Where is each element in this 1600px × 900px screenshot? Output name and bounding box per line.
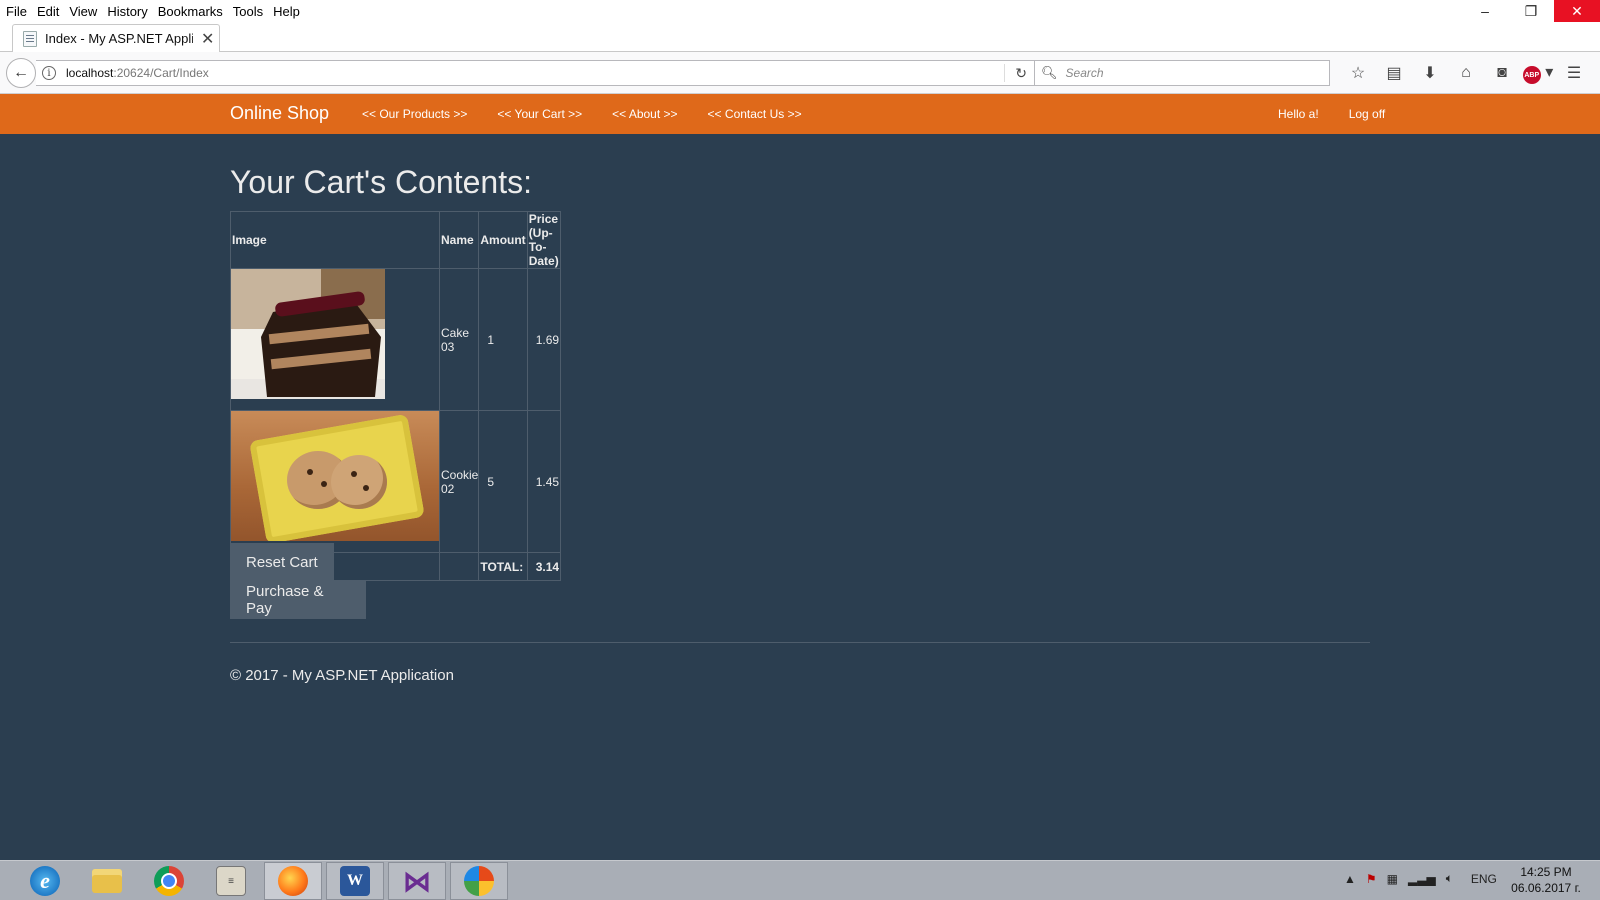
- footer-copyright: © 2017 - My ASP.NET Application: [230, 667, 454, 684]
- tab-index[interactable]: Index - My ASP.NET Applica ✕: [12, 24, 220, 52]
- page-favicon-icon: [23, 30, 37, 47]
- product-amount: 1: [478, 268, 528, 411]
- folder-icon: [92, 869, 122, 893]
- language-indicator[interactable]: ENG: [1471, 872, 1497, 886]
- menu-bookmarks[interactable]: Bookmarks: [158, 4, 223, 19]
- paint-icon: [464, 866, 494, 896]
- menu-view[interactable]: View: [69, 4, 97, 19]
- taskbar: e ≡ W ⋈ ▲ ⚑ ▦ ▂▃▅ 🔈︎ ENG 14:25 PM 06.06.…: [0, 860, 1600, 900]
- tab-close-icon[interactable]: ✕: [201, 29, 214, 49]
- total-empty-cell: [438, 552, 480, 581]
- total-label: TOTAL:: [478, 552, 528, 581]
- search-icon: 🔍︎: [1041, 65, 1058, 80]
- taskbar-chrome[interactable]: [140, 862, 198, 900]
- nav-about[interactable]: << About >>: [612, 107, 677, 121]
- product-price: 1.45: [526, 410, 561, 553]
- header-price: Price (Up-To-Date): [526, 211, 561, 269]
- url-bar[interactable]: i localhost:20624/Cart/Index ↻: [36, 60, 1036, 86]
- volume-icon[interactable]: 🔈︎: [1446, 871, 1453, 886]
- reload-icon[interactable]: ↻: [1015, 65, 1027, 82]
- minimize-button[interactable]: –: [1462, 0, 1508, 22]
- reset-cart-button[interactable]: Reset Cart: [230, 543, 334, 581]
- header-amount: Amount: [478, 211, 528, 269]
- menu-icon[interactable]: ☰: [1556, 63, 1592, 83]
- menu-history[interactable]: History: [107, 4, 147, 19]
- product-image-cell: [230, 268, 440, 411]
- system-tray: ▲ ⚑ ▦ ▂▃▅ 🔈︎ ENG: [1344, 871, 1507, 886]
- browser-toolbar: ← i localhost:20624/Cart/Index ↻ 🔍︎ Sear…: [0, 52, 1600, 94]
- product-amount: 5: [478, 410, 528, 553]
- restore-button[interactable]: ❐: [1508, 0, 1554, 22]
- menu-tools[interactable]: Tools: [233, 4, 263, 19]
- taskbar-visual-studio[interactable]: ⋈: [388, 862, 446, 900]
- visual-studio-icon: ⋈: [403, 865, 431, 897]
- menu-help[interactable]: Help: [273, 4, 300, 19]
- url-path: :20624/Cart/Index: [113, 66, 209, 80]
- tab-strip: Index - My ASP.NET Applica ✕ +: [0, 22, 1600, 68]
- system-clock[interactable]: 14:25 PM 06.06.2017 г.: [1496, 864, 1596, 896]
- header-name: Name: [438, 211, 480, 269]
- product-name: Cookie 02: [438, 410, 480, 553]
- tab-title: Index - My ASP.NET Applica: [45, 31, 193, 46]
- nav-contact-us[interactable]: << Contact Us >>: [708, 107, 802, 121]
- taskbar-paint[interactable]: [450, 862, 508, 900]
- back-button[interactable]: ←: [6, 58, 36, 88]
- table-row: Cookie 02 5 1.45: [230, 410, 561, 553]
- cake-product-image: [231, 269, 385, 399]
- site-nav-links: << Our Products >> << Your Cart >> << Ab…: [362, 107, 832, 121]
- taskbar-file-explorer[interactable]: [78, 862, 136, 900]
- taskbar-word[interactable]: W: [326, 862, 384, 900]
- chrome-icon: [154, 866, 184, 896]
- nav-your-cart[interactable]: << Your Cart >>: [497, 107, 582, 121]
- total-value: 3.14: [526, 552, 561, 581]
- taskbar-internet-explorer[interactable]: e: [16, 862, 74, 900]
- firefox-icon: [278, 866, 308, 896]
- purchase-pay-button[interactable]: Purchase & Pay: [230, 581, 366, 619]
- home-icon[interactable]: ⌂: [1448, 64, 1484, 82]
- page-title: Your Cart's Contents:: [230, 164, 532, 200]
- show-hidden-icons[interactable]: ▲: [1344, 872, 1356, 886]
- adblock-icon[interactable]: ABP ▾: [1520, 62, 1556, 85]
- search-input[interactable]: 🔍︎ Search: [1034, 60, 1330, 86]
- footer-divider: [230, 642, 1370, 643]
- nav-our-products[interactable]: << Our Products >>: [362, 107, 467, 121]
- clock-time: 14:25 PM: [1520, 865, 1572, 879]
- bookmark-star-icon[interactable]: ☆: [1340, 63, 1376, 83]
- window-controls: – ❐ ✕: [1462, 0, 1600, 22]
- url-host: localhost: [66, 66, 114, 80]
- reading-list-icon[interactable]: ▤: [1376, 63, 1412, 83]
- network-adapter-icon[interactable]: ▦: [1387, 872, 1398, 886]
- toolbar-icons: ☆ ▤ ⬇ ⌂ ◙ ABP ▾ ☰: [1340, 62, 1592, 85]
- cart-table: Image Name Amount Price (Up-To-Date) Cak…: [230, 211, 561, 581]
- table-row: Cake 03 1 1.69: [230, 268, 561, 411]
- cookie-product-image: [231, 411, 439, 541]
- logoff-link[interactable]: Log off: [1349, 107, 1385, 121]
- site-info-icon[interactable]: i: [42, 66, 56, 80]
- menu-file[interactable]: File: [6, 4, 27, 19]
- user-nav: Hello a! Log off: [1278, 107, 1415, 121]
- url-separator: [1004, 64, 1005, 82]
- header-image: Image: [230, 211, 440, 269]
- taskbar-firefox[interactable]: [264, 862, 322, 900]
- menu-edit[interactable]: Edit: [37, 4, 59, 19]
- pocket-icon[interactable]: ◙: [1484, 64, 1520, 82]
- product-price: 1.69: [526, 268, 561, 411]
- notepad-icon: ≡: [216, 866, 246, 896]
- action-center-icon[interactable]: ⚑: [1366, 872, 1377, 886]
- site-navbar: Online Shop << Our Products >> << Your C…: [0, 94, 1600, 134]
- download-icon[interactable]: ⬇: [1412, 63, 1448, 83]
- product-name: Cake 03: [438, 268, 480, 411]
- clock-date: 06.06.2017 г.: [1511, 881, 1581, 895]
- site-brand[interactable]: Online Shop: [230, 103, 329, 124]
- search-placeholder: Search: [1065, 66, 1104, 80]
- word-icon: W: [340, 866, 370, 896]
- taskbar-notepad[interactable]: ≡: [202, 862, 260, 900]
- internet-explorer-icon: e: [30, 866, 60, 896]
- signal-strength-icon[interactable]: ▂▃▅: [1408, 872, 1436, 886]
- user-greeting-link[interactable]: Hello a!: [1278, 107, 1319, 121]
- close-window-button[interactable]: ✕: [1554, 0, 1600, 22]
- product-image-cell: [230, 410, 440, 553]
- cart-table-header: Image Name Amount Price (Up-To-Date): [230, 211, 561, 269]
- menu-bar: File Edit View History Bookmarks Tools H…: [0, 0, 1600, 22]
